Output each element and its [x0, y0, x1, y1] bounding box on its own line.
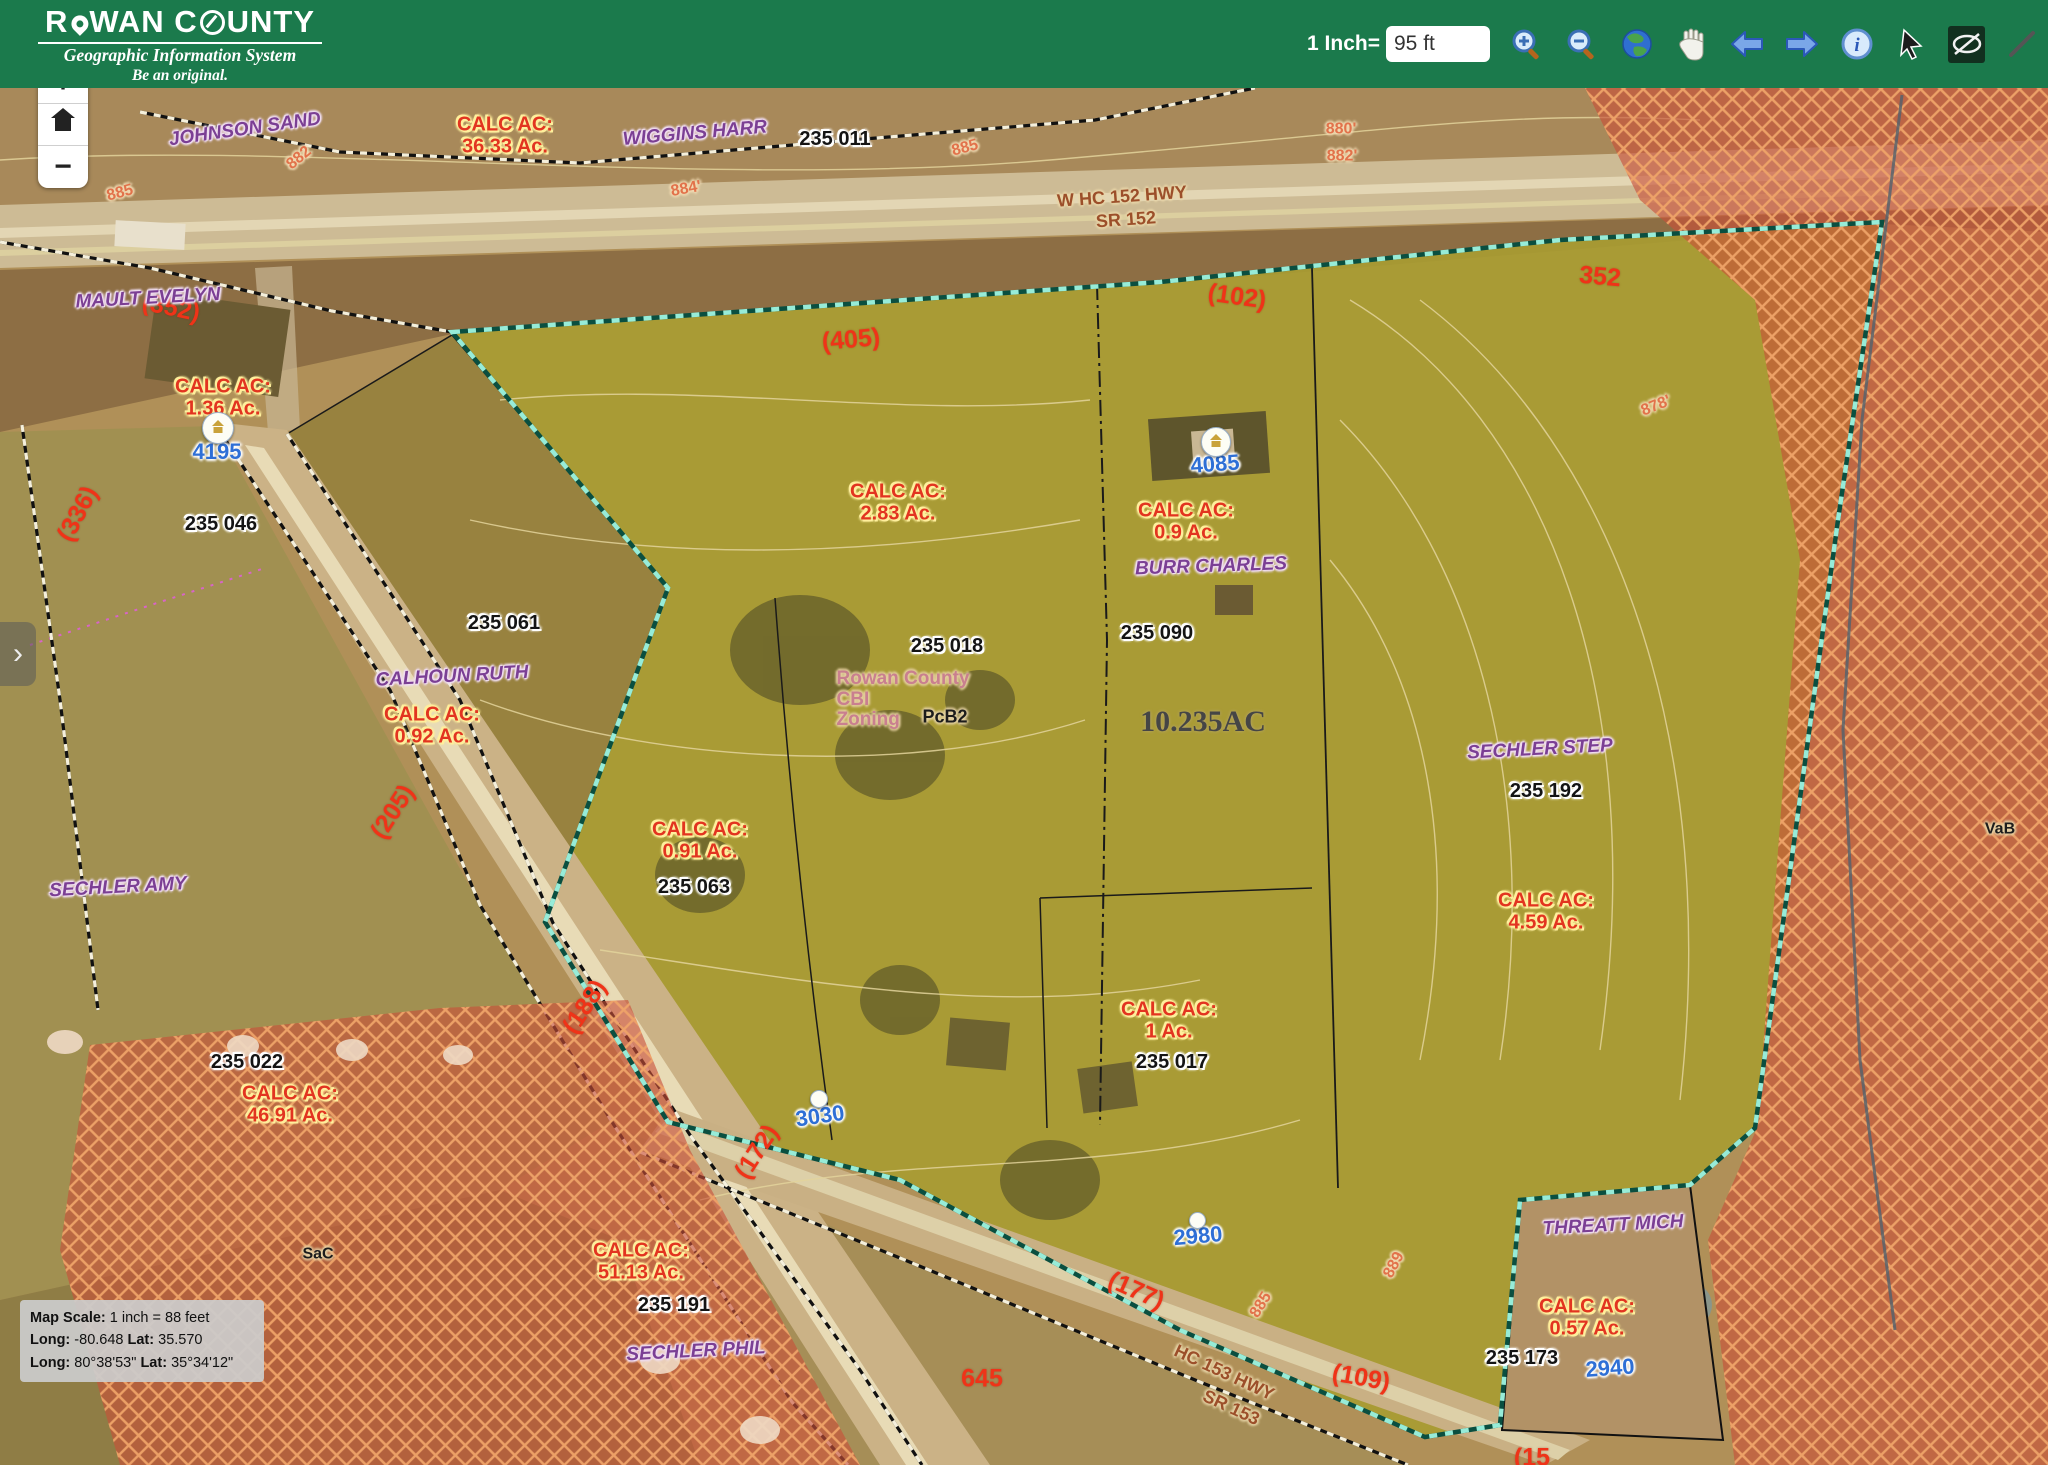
- aerial-parcel-map: [0, 88, 2048, 1465]
- map-scale-line: Map Scale: 1 inch = 88 feet: [30, 1307, 254, 1329]
- address-dot-icon: [810, 1090, 828, 1108]
- deselect-icon[interactable]: [1948, 26, 1985, 63]
- logo-text-unty: UNTY: [227, 4, 315, 40]
- home-icon: [52, 116, 74, 134]
- logo-divider: [38, 42, 322, 44]
- scale-label: 1 Inch=: [1307, 32, 1380, 56]
- scale-input[interactable]: [1386, 26, 1490, 62]
- globe-icon[interactable]: [1618, 26, 1655, 63]
- coords-decimal-line: Long: -80.648 Lat: 35.570: [30, 1329, 254, 1351]
- svg-text:i: i: [1854, 35, 1860, 56]
- logo-subtitle: Geographic Information System: [30, 45, 330, 66]
- chevron-right-icon: ›: [13, 637, 23, 671]
- map-toolbar: 1 Inch= i: [1307, 0, 2040, 88]
- pan-icon[interactable]: [1673, 26, 1710, 63]
- address-dot-icon: [1189, 1212, 1206, 1229]
- logo-text-r: R: [45, 4, 68, 40]
- forward-icon[interactable]: [1783, 26, 1820, 63]
- map-info-box: Map Scale: 1 inch = 88 feet Long: -80.64…: [20, 1300, 264, 1382]
- map-viewport[interactable]: JOHNSON SANDCALC AC: 36.33 Ac.WIGGINS HA…: [0, 88, 2048, 1465]
- compass-icon: [200, 10, 225, 35]
- zoom-out-button[interactable]: −: [38, 146, 88, 188]
- coords-dms-line: Long: 80°38'53" Lat: 35°34'12": [30, 1352, 254, 1374]
- threatt-parcel: [1502, 1185, 1723, 1440]
- zoom-out-icon[interactable]: [1563, 26, 1600, 63]
- logo-motto: Be an original.: [30, 67, 330, 85]
- gis-application: R WAN C UNTY Geographic Information System…: [0, 0, 2048, 1465]
- logo-title: R WAN C UNTY: [30, 4, 330, 40]
- pointer-icon[interactable]: [1893, 26, 1930, 63]
- measure-icon[interactable]: [2003, 26, 2040, 63]
- header-bar: R WAN C UNTY Geographic Information System…: [0, 0, 2048, 88]
- logo-text-wanc: WAN C: [89, 4, 197, 40]
- rowan-county-logo: R WAN C UNTY Geographic Information System…: [30, 4, 330, 85]
- home-button[interactable]: [38, 104, 88, 146]
- address-point-icon: [202, 412, 234, 444]
- back-icon[interactable]: [1728, 26, 1765, 63]
- address-point-icon: [1201, 427, 1231, 457]
- identify-icon[interactable]: i: [1838, 26, 1875, 63]
- panel-expand-tab[interactable]: ›: [0, 622, 36, 686]
- zoom-in-icon[interactable]: [1508, 26, 1545, 63]
